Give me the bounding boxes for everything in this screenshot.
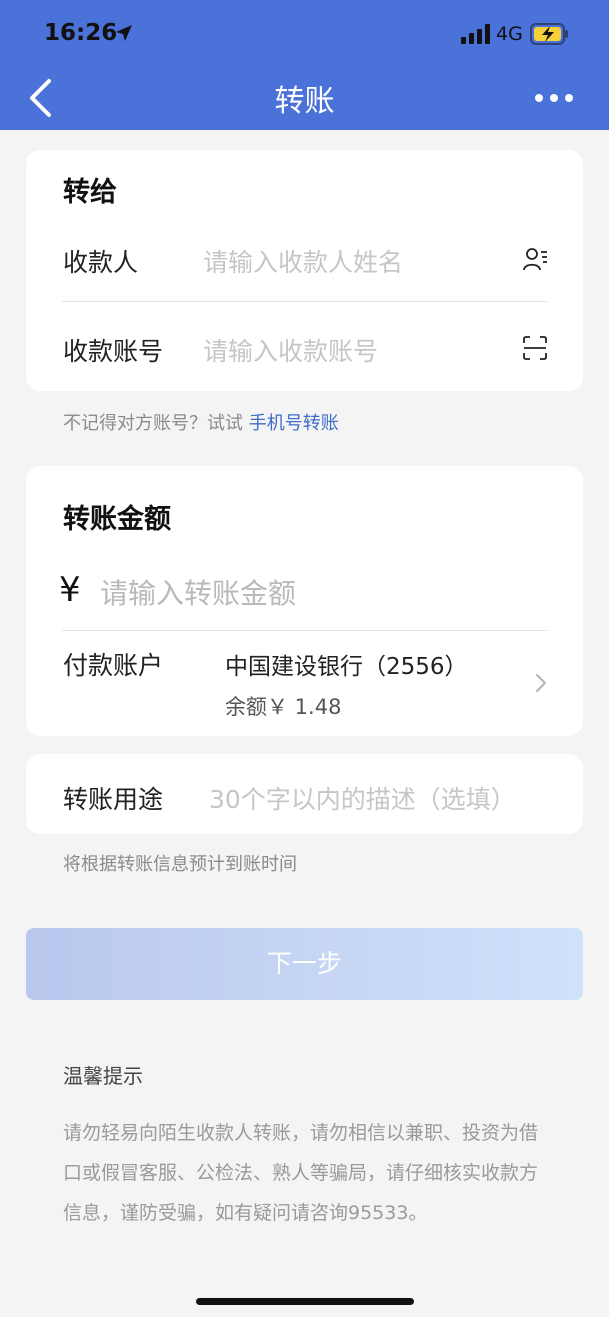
- payee-divider: [62, 301, 547, 302]
- page-title: 转账: [274, 84, 335, 119]
- purpose-label: 转账用途: [63, 785, 164, 814]
- nav-bar: 转账: [0, 66, 609, 130]
- amount-divider: [62, 630, 547, 631]
- tips-title: 温馨提示: [63, 1064, 143, 1088]
- chevron-right-icon[interactable]: [534, 672, 548, 694]
- payee-section-title: 转给: [63, 177, 117, 208]
- location-arrow-icon: [116, 25, 132, 41]
- phone-transfer-link[interactable]: 手机号转账: [249, 413, 339, 434]
- pay-account-balance: 余额￥ 1.48: [225, 695, 342, 719]
- network-label: 4G: [496, 23, 523, 45]
- pay-account-bank[interactable]: 中国建设银行（2556）: [225, 647, 468, 681]
- status-time: 16:26: [44, 20, 118, 46]
- home-indicator[interactable]: [196, 1298, 414, 1305]
- purpose-card: 转账用途 30个字以内的描述（选填）: [26, 754, 583, 834]
- phone-transfer-hint: 不记得对方账号？试试 手机号转账: [63, 409, 339, 435]
- amount-section-title: 转账金额: [63, 504, 171, 535]
- payee-name-label: 收款人: [63, 248, 139, 277]
- transfer-page: 16:26 4G 转账 转给 收款人 请输入收款人姓名 收款账号 请输入收款账号…: [0, 0, 609, 1317]
- currency-symbol: ¥: [59, 570, 81, 610]
- status-bar: 16:26 4G: [0, 0, 609, 66]
- tips-body: 请勿轻易向陌生收款人转账，请勿相信以兼职、投资为借口或假冒客服、公检法、熟人等骗…: [63, 1122, 539, 1224]
- contacts-icon[interactable]: [522, 246, 548, 272]
- account-number-input[interactable]: 请输入收款账号: [203, 332, 378, 368]
- pay-account-label: 付款账户: [63, 651, 164, 680]
- phone-hint-text: 不记得对方账号？试试: [63, 413, 243, 434]
- payee-name-input[interactable]: 请输入收款人姓名: [203, 243, 403, 279]
- more-button[interactable]: [532, 80, 576, 116]
- header: 16:26 4G 转账: [0, 0, 609, 130]
- scan-icon[interactable]: [522, 335, 548, 361]
- account-number-label: 收款账号: [63, 337, 164, 366]
- amount-card: 转账金额 ¥ 请输入转账金额 付款账户 中国建设银行（2556） 余额￥ 1.4…: [26, 466, 583, 736]
- arrival-time-hint: 将根据转账信息预计到账时间: [63, 854, 297, 875]
- next-step-button[interactable]: 下一步: [26, 928, 583, 1000]
- signal-bars-icon: [461, 24, 490, 44]
- battery-charging-icon: [530, 23, 568, 45]
- ellipsis-icon: [535, 94, 573, 102]
- amount-input[interactable]: 请输入转账金额: [100, 572, 296, 612]
- payee-card: 转给 收款人 请输入收款人姓名 收款账号 请输入收款账号: [26, 150, 583, 391]
- purpose-input[interactable]: 30个字以内的描述（选填）: [209, 780, 516, 816]
